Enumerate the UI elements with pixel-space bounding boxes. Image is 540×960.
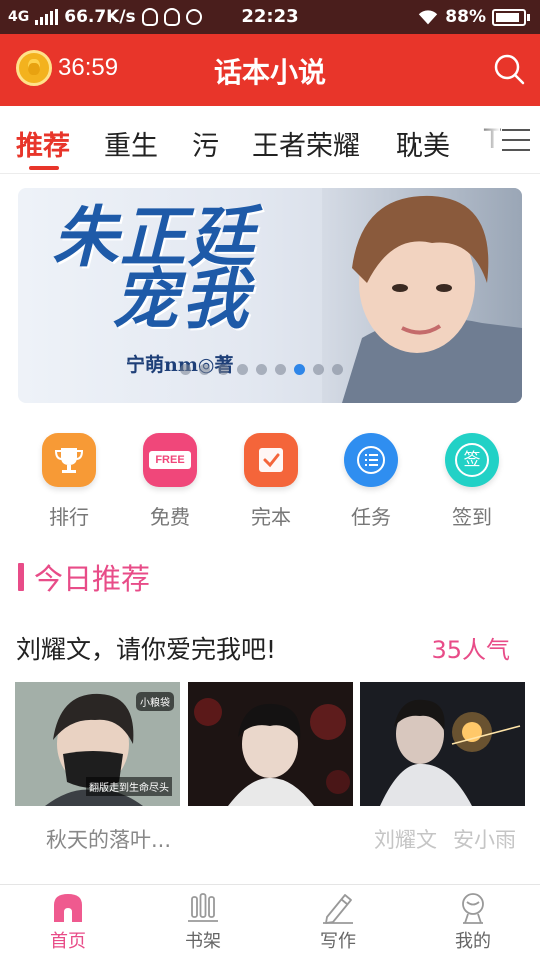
cover-image-3[interactable] xyxy=(360,682,525,806)
checkbox-icon xyxy=(244,433,298,487)
bookshelf-icon xyxy=(188,893,218,922)
book-covers: 小粮袋 翻版走到生命尽头 xyxy=(15,682,525,806)
quick-rank[interactable]: 排行 xyxy=(29,430,109,530)
quick-free[interactable]: FREE 免费 xyxy=(130,430,210,530)
banner-title: 朱正廷 宠我 xyxy=(52,204,256,332)
quick-task-label: 任务 xyxy=(351,505,391,529)
cover-tag: 小粮袋 xyxy=(136,692,174,711)
cover-photo-2 xyxy=(188,682,353,806)
nav-write[interactable]: 写作 xyxy=(288,891,388,953)
sign-in-icon: 签 xyxy=(445,433,499,487)
cover-photo-3 xyxy=(360,682,525,806)
book-tags: 刘耀文 安小雨 xyxy=(374,824,516,854)
section-marker xyxy=(18,563,24,591)
network-speed: 66.7K/s xyxy=(64,7,136,27)
tab-rebirth[interactable]: 重生 xyxy=(104,124,158,163)
quick-signin[interactable]: 签 签到 xyxy=(432,430,512,530)
signal-icon xyxy=(35,9,59,25)
section-header: 今日推荐 xyxy=(18,556,150,598)
nav-write-label: 写作 xyxy=(320,931,356,952)
network-type: 4G xyxy=(8,9,30,25)
cover-image-2[interactable] xyxy=(188,682,353,806)
tab-honor-of-kings[interactable]: 王者荣耀 xyxy=(252,124,360,163)
coin-clock-icon xyxy=(16,50,52,86)
tab-danmei[interactable]: 耽美 xyxy=(396,124,450,163)
banner-carousel[interactable]: 朱正廷 宠我 宁萌nm◎著 xyxy=(18,188,522,403)
carousel-dot[interactable] xyxy=(294,364,305,375)
tab-recommend[interactable]: 推荐 xyxy=(16,124,70,163)
app-notification-icon xyxy=(185,9,202,25)
quick-complete[interactable]: 完本 xyxy=(231,430,311,530)
banner-photo xyxy=(322,188,522,403)
wifi-icon xyxy=(419,10,438,25)
nav-home-label: 首页 xyxy=(50,931,86,952)
bottom-nav: 首页 书架 写作 我的 xyxy=(0,884,540,960)
quick-complete-label: 完本 xyxy=(251,505,291,529)
nav-profile[interactable]: 我的 xyxy=(423,891,523,953)
carousel-dot[interactable] xyxy=(256,364,267,375)
active-tab-indicator xyxy=(29,166,59,170)
banner-title-line2: 宠我 xyxy=(112,260,252,338)
carousel-dot[interactable] xyxy=(199,364,210,375)
quick-signin-label: 签到 xyxy=(452,505,492,529)
carousel-dot[interactable] xyxy=(237,364,248,375)
cover-image-1[interactable]: 小粮袋 翻版走到生命尽头 xyxy=(15,682,180,806)
section-title: 今日推荐 xyxy=(34,562,151,596)
battery-percent: 88% xyxy=(445,7,486,27)
book-tag[interactable]: 安小雨 xyxy=(453,824,516,854)
free-badge: FREE xyxy=(149,451,191,469)
menu-icon[interactable] xyxy=(502,129,530,151)
quick-task[interactable]: 任务 xyxy=(331,430,411,530)
quick-rank-label: 排行 xyxy=(49,505,89,529)
free-tag-icon: FREE xyxy=(143,433,197,487)
timer-value: 36:59 xyxy=(58,54,119,81)
book-popularity: 35人气 xyxy=(431,636,510,664)
quick-nav: 排行 FREE 免费 完本 任务 签 签到 xyxy=(0,430,540,530)
carousel-dot[interactable] xyxy=(275,364,286,375)
book-description[interactable]: 秋天的落叶... xyxy=(46,824,171,854)
carousel-dot[interactable] xyxy=(218,364,229,375)
tab-fade xyxy=(470,106,500,172)
trophy-icon xyxy=(42,433,96,487)
category-tabs: 推荐 重生 污 王者荣耀 耽美 T xyxy=(0,106,540,174)
cover-caption: 翻版走到生命尽头 xyxy=(86,777,172,796)
carousel-dot[interactable] xyxy=(313,364,324,375)
list-icon xyxy=(344,433,398,487)
qq-icon xyxy=(141,8,158,26)
nav-profile-label: 我的 xyxy=(455,931,491,952)
carousel-dots xyxy=(180,364,343,375)
reading-timer[interactable]: 36:59 xyxy=(16,50,118,86)
quick-free-label: 免费 xyxy=(150,505,190,529)
battery-icon xyxy=(492,8,530,26)
nav-bookshelf-label: 书架 xyxy=(185,931,221,952)
carousel-dot[interactable] xyxy=(180,364,191,375)
home-icon xyxy=(54,894,82,922)
profile-icon xyxy=(462,893,484,924)
qq-icon-2 xyxy=(163,8,180,26)
nav-bookshelf[interactable]: 书架 xyxy=(153,891,253,953)
nav-home[interactable]: 首页 xyxy=(18,891,118,953)
tab-dirty[interactable]: 污 xyxy=(192,124,219,163)
book-tag[interactable]: 刘耀文 xyxy=(374,824,437,854)
book-title[interactable]: 刘耀文，请你爱完我吧! xyxy=(16,630,276,666)
pencil-icon xyxy=(323,894,353,924)
sign-in-badge: 签 xyxy=(455,443,489,477)
carousel-dot[interactable] xyxy=(332,364,343,375)
search-icon[interactable] xyxy=(492,52,526,86)
app-bar: 36:59 话本小说 xyxy=(0,34,540,106)
status-bar: 4G 66.7K/s 22:23 88% xyxy=(0,0,540,34)
